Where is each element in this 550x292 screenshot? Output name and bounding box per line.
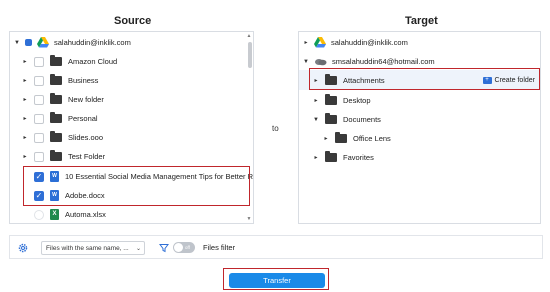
target-folder[interactable]: ▸ Office Lens bbox=[299, 129, 540, 148]
target-panel[interactable]: ▸ salahuddin@inklik.com ▼ smsalahuddin64… bbox=[298, 31, 541, 224]
folder-label: Desktop bbox=[343, 96, 371, 105]
expand-caret-icon[interactable]: ▼ bbox=[303, 59, 309, 65]
select-value: Files with the same name, ... bbox=[46, 244, 129, 252]
expand-caret-icon[interactable]: ▸ bbox=[313, 97, 319, 104]
chevron-down-icon: ⌄ bbox=[135, 245, 141, 252]
item-label: Automa.xlsx bbox=[65, 210, 106, 219]
item-label: New folder bbox=[68, 95, 104, 104]
duplicate-handling-select[interactable]: Files with the same name, ... ⌄ bbox=[41, 241, 145, 255]
folder-icon bbox=[325, 113, 337, 124]
expand-caret-icon[interactable]: ▼ bbox=[313, 117, 319, 123]
source-account-label: salahuddin@inklik.com bbox=[54, 38, 131, 47]
target-account-label: smsalahuddin64@hotmail.com bbox=[332, 57, 435, 66]
account-checkbox[interactable] bbox=[25, 39, 32, 46]
expand-caret-icon[interactable]: ▼ bbox=[14, 40, 20, 46]
source-item[interactable]: ▸ Test Folder bbox=[10, 147, 253, 166]
target-account-row[interactable]: ▸ salahuddin@inklik.com bbox=[299, 33, 540, 52]
google-drive-icon bbox=[37, 37, 49, 48]
selected-files-highlight bbox=[23, 166, 250, 206]
item-checkbox[interactable] bbox=[34, 113, 44, 124]
folder-label: Favorites bbox=[343, 153, 374, 162]
target-folder[interactable]: ▸ Favorites bbox=[299, 148, 540, 167]
source-item[interactable]: ▸ Amazon Cloud bbox=[10, 52, 253, 71]
folder-label: Office Lens bbox=[353, 134, 391, 143]
folder-icon bbox=[325, 94, 337, 105]
expand-caret-icon[interactable]: ▸ bbox=[22, 153, 28, 160]
expand-caret-icon[interactable]: ▸ bbox=[303, 39, 309, 46]
expand-caret-icon[interactable]: ▸ bbox=[313, 154, 319, 161]
expand-caret-icon[interactable]: ▸ bbox=[22, 115, 28, 122]
onedrive-icon bbox=[315, 59, 327, 66]
item-label: Personal bbox=[68, 114, 98, 123]
folder-label: Documents bbox=[343, 115, 381, 124]
folder-icon bbox=[325, 151, 337, 162]
google-drive-icon bbox=[314, 37, 326, 48]
options-bar: Files with the same name, ... ⌄ off File… bbox=[9, 235, 543, 259]
toggle-state: off bbox=[185, 245, 190, 250]
source-item[interactable]: X Automa.xlsx bbox=[10, 205, 253, 223]
source-item[interactable]: ▸ Slides.ooo bbox=[10, 128, 253, 147]
item-label: Slides.ooo bbox=[68, 133, 104, 142]
filter-icon[interactable] bbox=[159, 243, 169, 253]
folder-icon bbox=[50, 93, 62, 104]
source-account-row[interactable]: ▼ salahuddin@inklik.com bbox=[10, 33, 253, 52]
source-item[interactable]: ▸ New folder bbox=[10, 90, 253, 109]
settings-gear-icon[interactable] bbox=[18, 243, 28, 253]
item-label: Business bbox=[68, 76, 99, 85]
transfer-highlight bbox=[223, 268, 329, 290]
target-account-label: salahuddin@inklik.com bbox=[331, 38, 408, 47]
folder-icon bbox=[50, 150, 62, 161]
item-label: Test Folder bbox=[68, 152, 106, 161]
folder-icon bbox=[50, 112, 62, 123]
folder-icon bbox=[50, 74, 62, 85]
item-checkbox[interactable] bbox=[34, 56, 44, 67]
expand-caret-icon[interactable]: ▸ bbox=[22, 58, 28, 65]
expand-caret-icon[interactable]: ▸ bbox=[22, 96, 28, 103]
to-label: to bbox=[272, 124, 279, 133]
source-item[interactable]: ▸ Personal bbox=[10, 109, 253, 128]
folder-icon bbox=[50, 55, 62, 66]
excel-icon: X bbox=[50, 209, 59, 220]
files-filter-label: Files filter bbox=[203, 243, 236, 252]
expand-caret-icon[interactable]: ▸ bbox=[22, 134, 28, 141]
files-filter-toggle[interactable]: off bbox=[173, 242, 195, 253]
target-folder-highlight bbox=[309, 68, 540, 90]
item-checkbox[interactable] bbox=[34, 132, 44, 143]
item-checkbox[interactable] bbox=[34, 151, 44, 162]
target-folder[interactable]: ▼ Documents bbox=[299, 110, 540, 129]
item-label: Amazon Cloud bbox=[68, 57, 118, 66]
folder-icon bbox=[335, 132, 347, 143]
target-heading: Target bbox=[405, 15, 438, 27]
expand-caret-icon[interactable]: ▸ bbox=[22, 77, 28, 84]
item-checkbox[interactable] bbox=[34, 94, 44, 105]
toggle-knob bbox=[174, 243, 183, 252]
target-folder[interactable]: ▸ Desktop bbox=[299, 91, 540, 110]
source-heading: Source bbox=[114, 15, 152, 27]
expand-caret-icon[interactable]: ▸ bbox=[323, 135, 329, 142]
item-checkbox[interactable] bbox=[34, 75, 44, 86]
item-checkbox[interactable] bbox=[34, 209, 44, 220]
folder-icon bbox=[50, 131, 62, 142]
source-item[interactable]: ▸ Business bbox=[10, 71, 253, 90]
